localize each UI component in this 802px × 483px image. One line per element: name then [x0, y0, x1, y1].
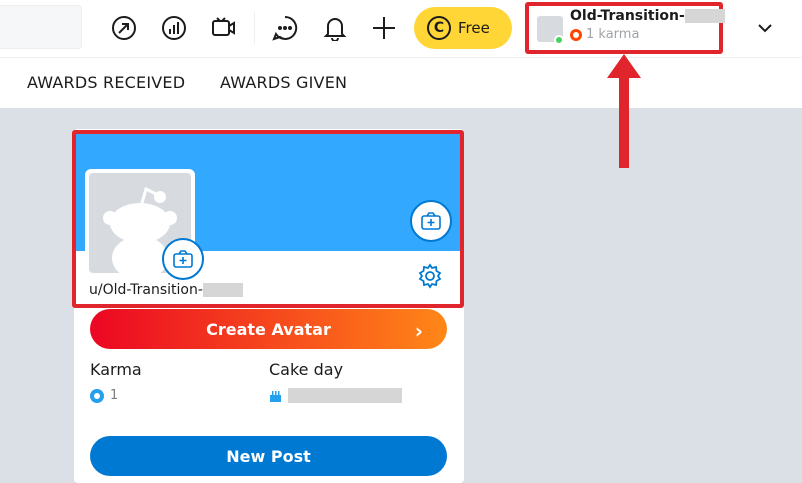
cakeday-label: Cake day	[269, 360, 344, 379]
create-avatar-button[interactable]: Create Avatar ›	[90, 309, 447, 349]
profile-banner-section: u/Old-Transition-	[72, 130, 464, 308]
cakeday-value	[269, 388, 402, 403]
cake-icon	[270, 390, 281, 402]
karma-icon	[90, 388, 104, 403]
redacted-block	[684, 9, 725, 23]
user-karma-text: 1 karma	[586, 27, 640, 42]
karma-icon	[570, 28, 582, 41]
redacted-block	[288, 388, 402, 403]
chevron-down-icon[interactable]	[755, 18, 775, 38]
user-menu[interactable]: Old-Transition- 1 karma	[525, 2, 725, 54]
notifications-icon[interactable]	[320, 13, 350, 43]
user-name-text: Old-Transition-	[570, 8, 685, 24]
popular-icon[interactable]	[109, 13, 139, 43]
stats-icon[interactable]	[159, 13, 189, 43]
new-post-button[interactable]: New Post	[90, 436, 447, 476]
tab-awards-given[interactable]: AWARDS GIVEN	[220, 73, 347, 92]
karma-value: 1	[90, 388, 118, 403]
free-label: Free	[458, 19, 490, 37]
coin-icon: C	[427, 16, 451, 40]
camera-plus-icon	[173, 250, 193, 268]
karma-value-text: 1	[110, 388, 119, 403]
profile-tabs: AWARDS RECEIVED AWARDS GIVEN	[0, 58, 802, 108]
chat-icon[interactable]	[270, 13, 300, 43]
profile-username-text: u/Old-Transition-	[89, 282, 203, 298]
chevron-right-icon: ›	[414, 319, 423, 343]
user-karma: 1 karma	[570, 27, 639, 42]
banner-camera-button[interactable]	[410, 200, 452, 242]
avatar-camera-button[interactable]	[162, 238, 204, 280]
free-coins-button[interactable]: C Free	[414, 7, 512, 49]
annotation-arrow	[607, 54, 641, 168]
online-status-icon	[554, 35, 564, 45]
top-header: C Free Old-Transition- 1 karma	[0, 0, 802, 58]
create-post-icon[interactable]	[369, 13, 399, 43]
camera-plus-icon	[421, 212, 441, 230]
create-avatar-label: Create Avatar	[206, 319, 331, 339]
header-divider	[254, 12, 255, 44]
user-name: Old-Transition-	[570, 8, 725, 24]
video-icon[interactable]	[208, 13, 238, 43]
karma-label: Karma	[90, 360, 142, 379]
tab-awards-received[interactable]: AWARDS RECEIVED	[27, 73, 185, 92]
redacted-block	[202, 283, 243, 297]
search-input[interactable]	[0, 5, 82, 49]
gear-icon[interactable]	[417, 263, 443, 289]
profile-username: u/Old-Transition-	[89, 282, 243, 298]
